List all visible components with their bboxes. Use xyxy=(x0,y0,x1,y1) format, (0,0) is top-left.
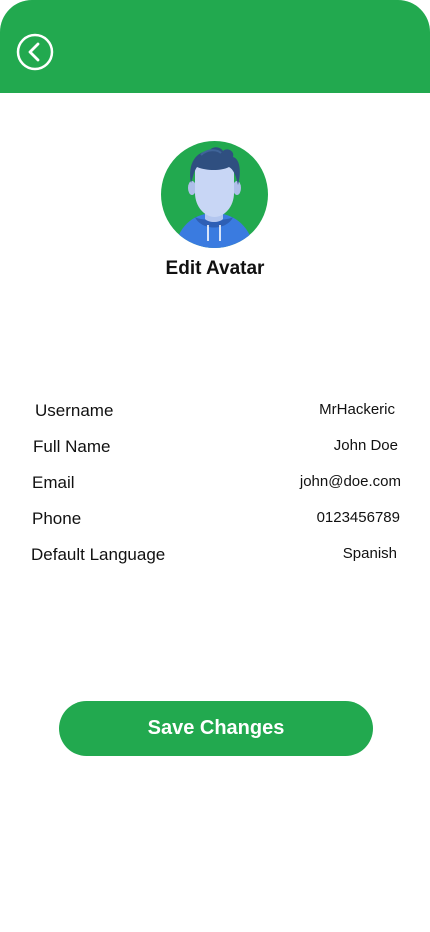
email-label: Email xyxy=(32,473,75,492)
username-label: Username xyxy=(35,401,114,420)
full-name-label: Full Name xyxy=(33,437,111,456)
app-header xyxy=(0,0,430,93)
edit-avatar-link[interactable]: Edit Avatar xyxy=(0,258,430,280)
default-language-value[interactable]: Spanish xyxy=(343,545,397,562)
default-language-label: Default Language xyxy=(31,545,166,564)
full-name-value[interactable]: John Doe xyxy=(334,437,398,454)
username-value[interactable]: MrHackeric xyxy=(319,401,395,418)
save-changes-button[interactable]: Save Changes xyxy=(59,701,373,756)
back-button[interactable] xyxy=(16,33,54,71)
user-avatar-icon[interactable] xyxy=(161,141,268,248)
email-value[interactable]: john@doe.com xyxy=(300,473,401,490)
phone-value[interactable]: 0123456789 xyxy=(317,509,400,526)
phone-label: Phone xyxy=(32,509,82,528)
